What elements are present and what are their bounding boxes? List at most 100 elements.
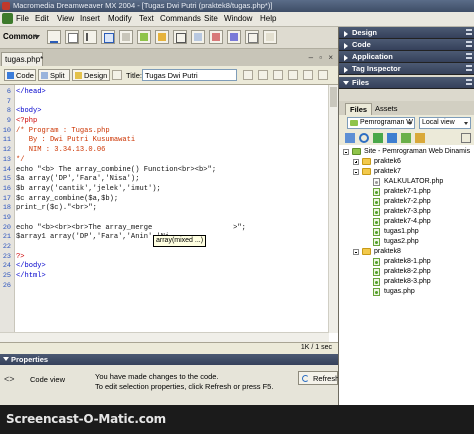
email-link-icon[interactable] <box>65 30 79 44</box>
code-text: print_r($c)."<br>"; <box>16 204 97 213</box>
code-line[interactable]: 17 $c array_combine($a,$b); <box>0 195 338 205</box>
folder-icon <box>362 248 371 255</box>
refresh-button[interactable]: Refresh <box>298 371 339 385</box>
code-line[interactable]: 13 */ <box>0 156 338 166</box>
design-view-button[interactable]: Design <box>72 69 110 81</box>
menu-view[interactable]: View <box>57 14 74 23</box>
script-icon[interactable] <box>227 30 241 44</box>
check-in-icon[interactable] <box>415 133 425 143</box>
hyperlink-icon[interactable] <box>47 30 61 44</box>
panel-tag-inspector[interactable]: Tag Inspector <box>339 63 474 75</box>
code-line[interactable]: 10 /* Program : Tugas.php <box>0 127 338 137</box>
code-line[interactable]: 23 ?> <box>0 253 338 263</box>
tag-chooser-icon[interactable] <box>263 30 277 44</box>
collapse-icon[interactable] <box>353 169 359 175</box>
date-icon[interactable] <box>173 30 187 44</box>
code-line[interactable]: 8 <body> <box>0 107 338 117</box>
panel-menu-icon[interactable] <box>466 53 472 59</box>
get-files-icon[interactable] <box>373 133 383 143</box>
collapse-icon[interactable] <box>343 149 349 155</box>
code-line[interactable]: 20 echo "<b><br><br>The array_merge >"; <box>0 224 338 234</box>
panel-menu-icon[interactable] <box>466 79 472 85</box>
site-select[interactable]: Pemrograman W <box>347 117 415 129</box>
panel-menu-icon[interactable] <box>466 65 472 71</box>
menu-edit[interactable]: Edit <box>35 14 49 23</box>
templates-icon[interactable] <box>245 30 259 44</box>
code-line[interactable]: 11 By : Dwi Putri Kusumawati <box>0 136 338 146</box>
horizontal-scrollbar[interactable] <box>0 332 329 342</box>
code-line[interactable]: 7 <box>0 98 338 108</box>
expand-icon[interactable] <box>353 159 359 165</box>
panel-menu-icon[interactable] <box>466 29 472 35</box>
panel-design[interactable]: Design <box>339 27 474 39</box>
code-line[interactable]: 24 </body> <box>0 262 338 272</box>
menu-window[interactable]: Window <box>224 14 252 23</box>
menu-modify[interactable]: Modify <box>108 14 132 23</box>
menu-insert[interactable]: Insert <box>80 14 100 23</box>
menu-help[interactable]: Help <box>260 14 276 23</box>
code-text: NIM : 3.34.13.0.06 <box>16 146 106 155</box>
line-number: 18 <box>2 204 11 213</box>
files-tabs: Files Assets <box>339 101 474 116</box>
code-line[interactable]: 16 $b array('cantik','jelek','imut'); <box>0 185 338 195</box>
tab-tugas-php[interactable]: tugas.php* <box>1 52 43 66</box>
code-line[interactable]: 19 <box>0 214 338 224</box>
validate-markup-icon[interactable] <box>318 70 328 80</box>
visual-aids-icon[interactable] <box>303 70 313 80</box>
file-management-icon[interactable] <box>243 70 253 80</box>
refresh-icon[interactable] <box>273 70 283 80</box>
code-view-button[interactable]: Code <box>4 69 36 81</box>
menu-commands[interactable]: Commands <box>160 14 201 23</box>
refresh-icon <box>302 375 309 382</box>
head-icon[interactable] <box>209 30 223 44</box>
view-select[interactable]: Local view <box>419 117 471 129</box>
image-icon[interactable] <box>137 30 151 44</box>
document-window-controls[interactable]: – ▫ × <box>309 53 335 62</box>
properties-message-1: You have made changes to the code. <box>95 372 219 381</box>
code-line[interactable]: 6 </head> <box>0 88 338 98</box>
code-lines: 6 </head> 7 8 <body> 9 <?php 10 /* Program : Tug… <box>0 88 338 291</box>
put-files-icon[interactable] <box>387 133 397 143</box>
vertical-scrollbar[interactable] <box>328 85 338 333</box>
insert-category[interactable]: Common <box>3 32 38 41</box>
code-line[interactable]: 12 NIM : 3.34.13.0.06 <box>0 146 338 156</box>
code-line[interactable]: 9 <?php <box>0 117 338 127</box>
connect-icon[interactable] <box>345 133 355 143</box>
comment-icon[interactable] <box>191 30 205 44</box>
preview-in-browser-icon[interactable] <box>258 70 268 80</box>
tree-item-site[interactable]: Site - Pemrograman Web Dinamis <box>343 147 473 157</box>
line-number: 16 <box>2 184 11 193</box>
expand-panel-icon[interactable] <box>461 133 471 143</box>
layer-icon[interactable] <box>119 30 133 44</box>
title-field[interactable] <box>142 69 237 81</box>
menu-text[interactable]: Text <box>139 14 154 23</box>
panel-code[interactable]: Code <box>339 39 474 51</box>
code-hint-tooltip: array(mixed ...) <box>153 235 207 247</box>
code-editor[interactable]: 6 </head> 7 8 <body> 9 <?php 10 /* Program : Tug… <box>0 85 338 342</box>
code-line[interactable]: 14 echo "<b> The array_combine() Function… <box>0 166 338 176</box>
code-line[interactable]: 15 $a array('DP','Fara','Nisa'); <box>0 175 338 185</box>
chevron-down-icon[interactable] <box>34 35 40 39</box>
live-data-icon[interactable] <box>112 70 122 80</box>
properties-panel-header[interactable]: Properties <box>0 354 338 365</box>
view-options-icon[interactable] <box>288 70 298 80</box>
tab-files[interactable]: Files <box>345 103 373 115</box>
menu-file[interactable]: File <box>16 14 29 23</box>
anchor-icon[interactable] <box>83 30 97 44</box>
check-out-icon[interactable] <box>401 133 411 143</box>
collapse-icon[interactable] <box>353 249 359 255</box>
code-line[interactable]: 25 </html> <box>0 272 338 282</box>
line-number: 19 <box>2 213 11 222</box>
menu-site[interactable]: Site <box>204 14 218 23</box>
table-icon[interactable] <box>101 30 115 44</box>
tab-assets[interactable]: Assets <box>371 103 402 115</box>
code-line[interactable]: 26 <box>0 282 338 292</box>
code-line[interactable]: 18 print_r($c)."<br>"; <box>0 204 338 214</box>
media-icon[interactable] <box>155 30 169 44</box>
refresh-icon[interactable] <box>359 133 369 143</box>
php-file-icon <box>373 278 380 286</box>
panel-menu-icon[interactable] <box>466 41 472 47</box>
split-view-button[interactable]: Split <box>38 69 70 81</box>
panel-files[interactable]: Files <box>339 77 474 89</box>
panel-application[interactable]: Application <box>339 51 474 63</box>
